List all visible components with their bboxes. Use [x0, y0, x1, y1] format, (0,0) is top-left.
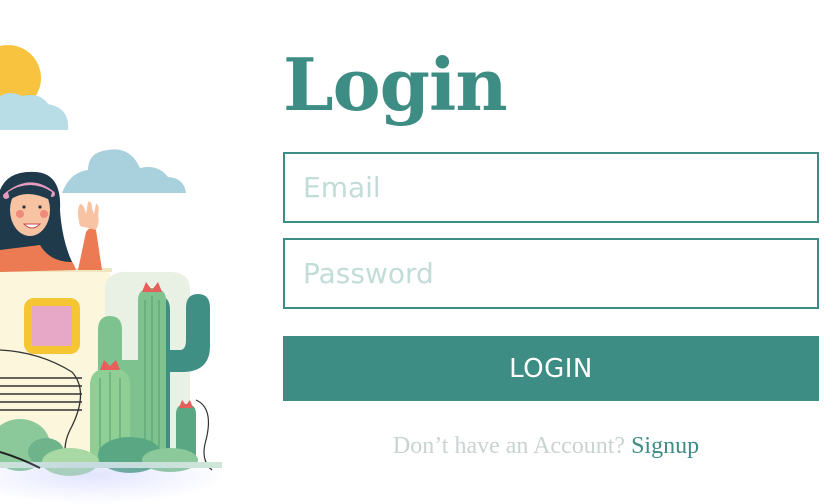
cloud-icon: [62, 149, 186, 193]
illustration-glow: [0, 462, 230, 504]
login-illustration: [0, 0, 270, 504]
illustration-svg: [0, 45, 222, 476]
email-field[interactable]: [283, 152, 819, 223]
cloud-icon: [0, 93, 69, 130]
login-button[interactable]: LOGIN: [283, 336, 819, 401]
signup-prompt-text: Don’t have an Account?: [392, 433, 626, 459]
signup-prompt-line: Don’t have an Account? Signup: [273, 433, 819, 460]
login-panel: Login LOGIN Don’t have an Account? Signu…: [283, 40, 819, 460]
signup-link[interactable]: Signup: [631, 433, 699, 459]
password-field[interactable]: [283, 238, 819, 309]
page-title: Login: [283, 42, 508, 127]
